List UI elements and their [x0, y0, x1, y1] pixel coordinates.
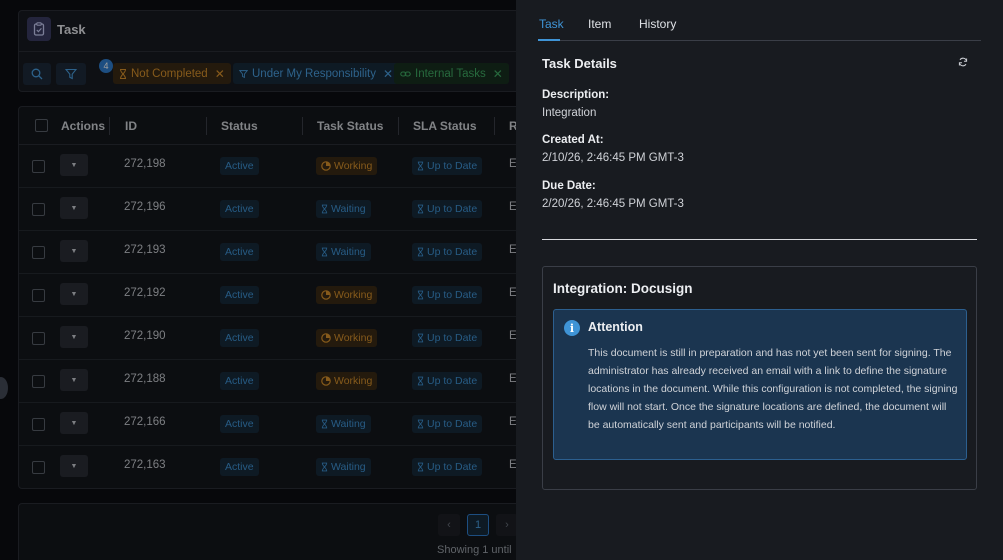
created-at-value: 2/10/26, 2:46:45 PM GMT-3	[542, 152, 684, 164]
modal-backdrop[interactable]	[0, 0, 516, 560]
alert-title: Attention	[588, 320, 643, 334]
info-icon: i	[564, 320, 580, 336]
attention-alert: i Attention This document is still in pr…	[553, 309, 967, 460]
description-label: Description:	[542, 89, 610, 101]
due-date-value: 2/20/26, 2:46:45 PM GMT-3	[542, 198, 684, 210]
due-date-label: Due Date:	[542, 180, 596, 192]
created-at-label: Created At:	[542, 134, 604, 146]
alert-body: This document is still in preparation an…	[588, 347, 958, 431]
tab-item[interactable]: Item	[588, 17, 611, 31]
task-detail-drawer: Task Item History Task Details Descripti…	[516, 0, 1003, 560]
drawer-tabs: Task Item History	[538, 0, 981, 41]
description-value: Integration	[542, 107, 597, 119]
tab-history[interactable]: History	[639, 17, 676, 31]
section-title: Task Details	[542, 56, 617, 71]
screen: Task 4 Not Completed ✕ Under My Responsi…	[0, 0, 1003, 560]
tab-task[interactable]: Task	[539, 17, 564, 31]
section-divider	[542, 239, 977, 240]
integration-title: Integration: Docusign	[553, 281, 693, 296]
integration-card: Integration: Docusign i Attention This d…	[542, 266, 977, 490]
refresh-icon[interactable]	[958, 57, 968, 67]
active-tab-indicator	[538, 39, 560, 41]
